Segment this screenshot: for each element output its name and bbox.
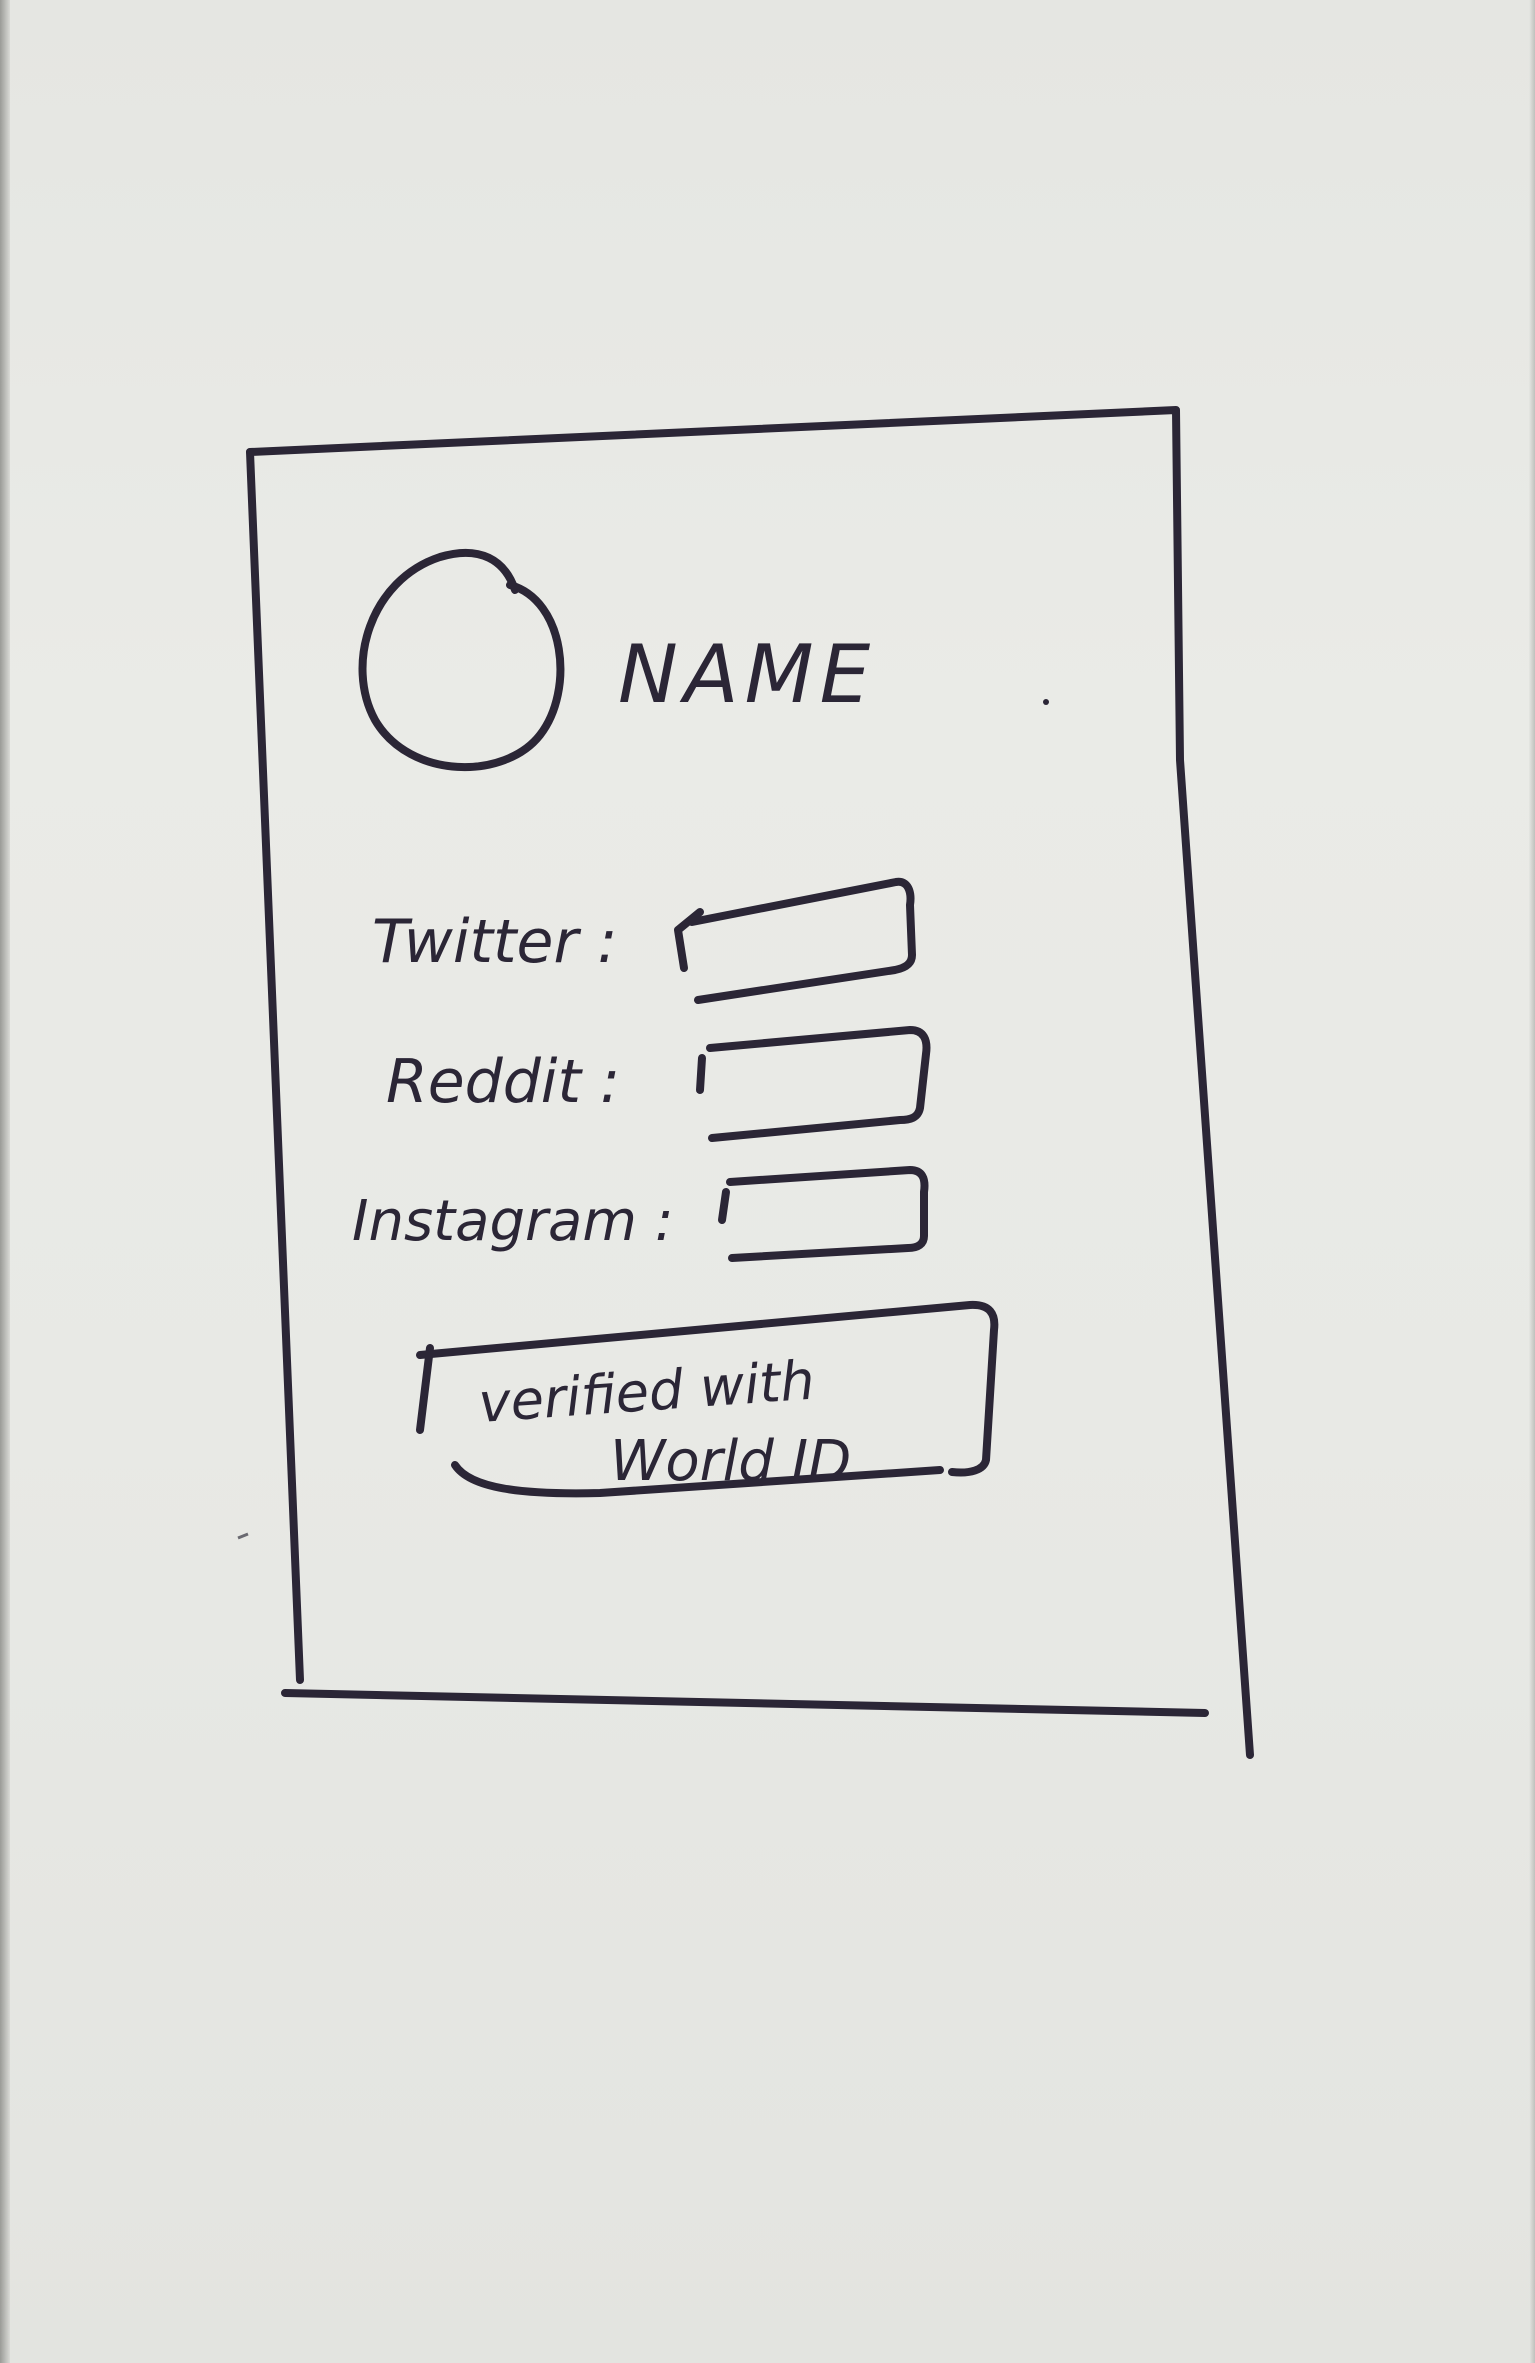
reddit-label: Reddit : [386,1047,620,1117]
avatar[interactable] [358,548,565,772]
verify-button-line1: verified with [477,1349,817,1435]
instagram-input[interactable] [718,1166,929,1262]
wireframe-sketch: NAME Twitter : Reddit : Instagram : veri… [237,406,1254,1759]
reddit-input[interactable] [696,1026,931,1142]
paper-scratch [237,1532,249,1540]
twitter-label: Twitter : [372,907,617,977]
pen-marks [1043,699,1049,705]
twitter-input[interactable] [674,877,916,1004]
instagram-label: Instagram : [352,1189,674,1254]
profile-name: NAME [618,628,876,721]
verify-button-line2: World ID [610,1429,851,1494]
